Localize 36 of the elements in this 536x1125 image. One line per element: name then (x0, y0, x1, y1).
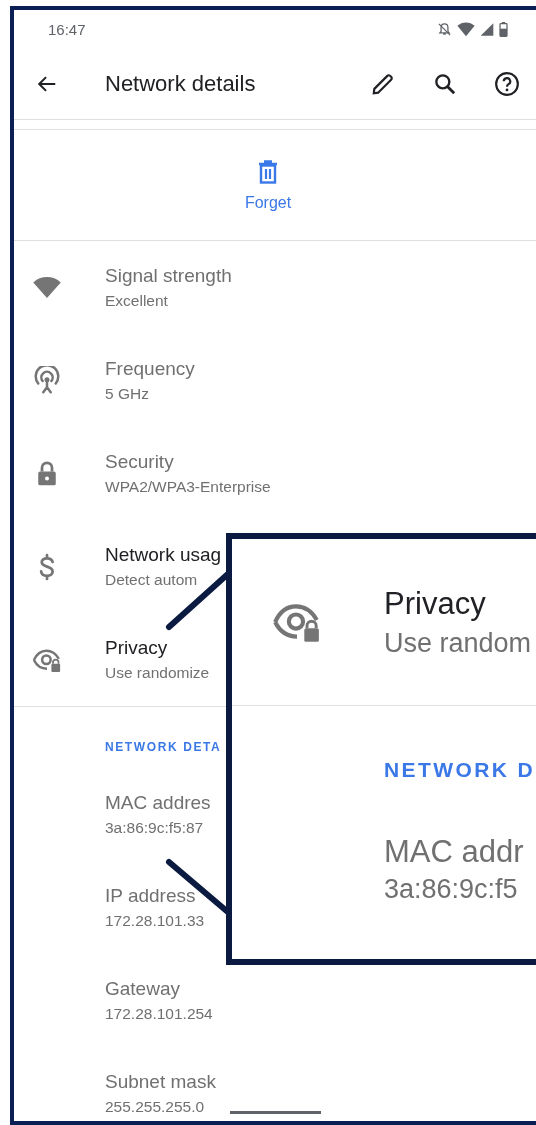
detail-value: 255.255.255.0 (105, 1098, 205, 1116)
setting-value: Detect autom (105, 571, 199, 589)
section-header: NETWORK DETA (104, 739, 223, 756)
setting-value: Excellent (105, 292, 169, 310)
screen-title: Network details (105, 71, 257, 97)
setting-title: Frequency (105, 358, 195, 380)
detail-label: Subnet mask (105, 1071, 216, 1093)
detail-value: 3a:86:9c:f5 (384, 874, 518, 905)
setting-value: 5 GHz (105, 385, 150, 403)
bell-off-icon (437, 22, 452, 37)
detail-label: MAC addr (384, 834, 524, 870)
setting-value: Use random (384, 627, 532, 659)
setting-title: Privacy (105, 637, 169, 659)
detail-value: 3a:86:9c:f5:87 (105, 819, 204, 837)
detail-label: MAC addres (105, 792, 211, 814)
setting-title: Security (105, 451, 175, 473)
pencil-icon[interactable] (370, 71, 396, 97)
cell-signal-icon (480, 22, 494, 37)
setting-title: Signal strength (105, 265, 232, 287)
detail-value: 172.28.101.33 (105, 912, 205, 930)
battery-icon (499, 22, 508, 37)
detail-label: Gateway (105, 978, 180, 1000)
setting-value: WPA2/WPA3-Enterprise (105, 478, 271, 496)
wifi-signal-icon (457, 22, 475, 37)
help-icon[interactable] (494, 71, 520, 97)
setting-title: Privacy (384, 585, 487, 622)
setting-title: Network usag (105, 544, 222, 566)
detail-value: 172.28.101.254 (105, 1005, 213, 1023)
setting-value: Use randomize (105, 664, 210, 682)
section-header: NETWORK D (383, 757, 536, 782)
detail-label: IP address (105, 885, 196, 907)
search-icon[interactable] (432, 71, 458, 97)
trash-icon (256, 158, 280, 185)
antenna-icon (32, 365, 62, 396)
forget-button[interactable]: Forget (244, 158, 292, 212)
status-time: 16:47 (48, 21, 87, 38)
